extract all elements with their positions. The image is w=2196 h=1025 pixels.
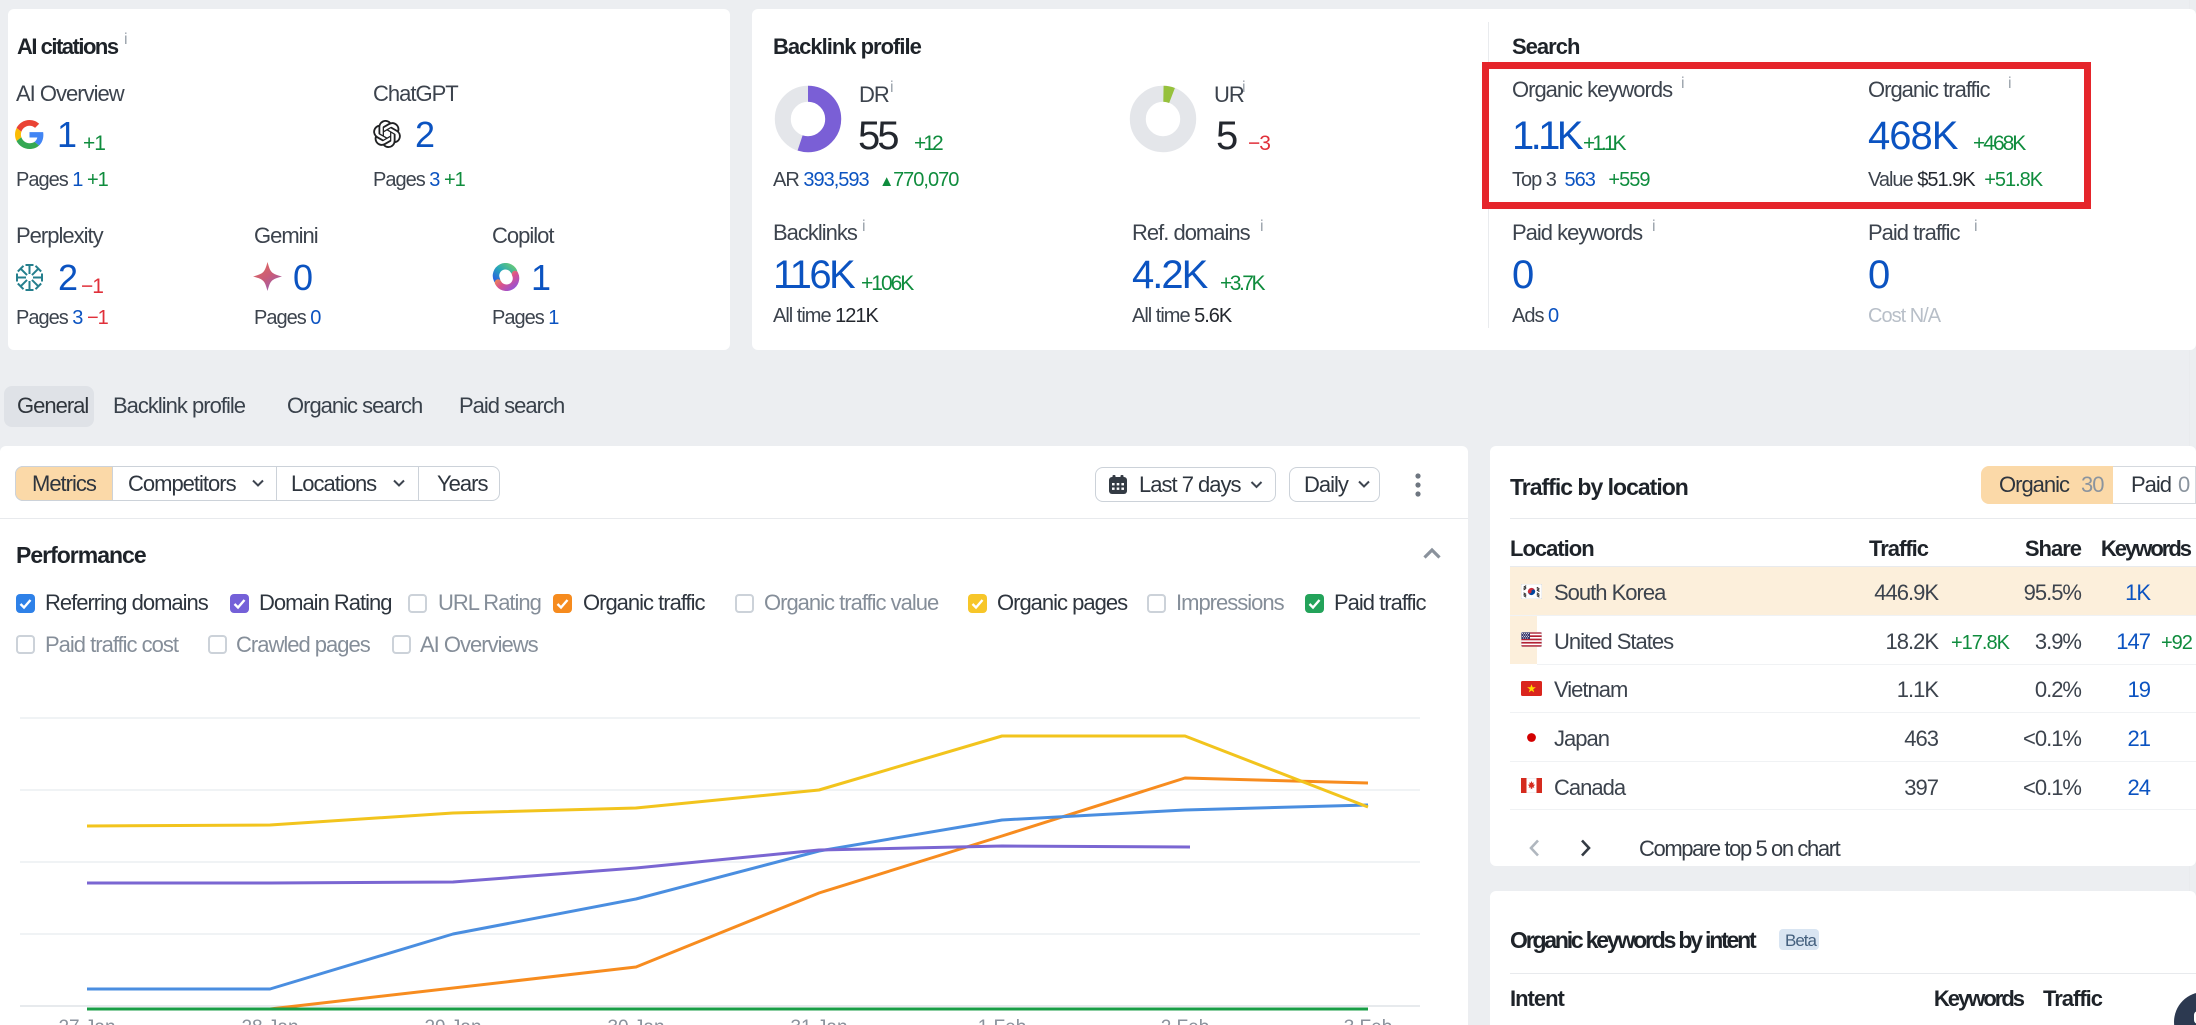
svg-text:29 Jan: 29 Jan	[424, 1017, 481, 1025]
svg-text:2 Feb: 2 Feb	[1161, 1017, 1210, 1025]
svg-text:27 Jan: 27 Jan	[58, 1017, 115, 1025]
svg-text:28 Jan: 28 Jan	[241, 1017, 298, 1025]
svg-text:30 Jan: 30 Jan	[607, 1017, 664, 1025]
svg-text:1 Feb: 1 Feb	[978, 1017, 1027, 1025]
svg-text:3 Feb: 3 Feb	[1344, 1017, 1393, 1025]
svg-text:31 Jan: 31 Jan	[790, 1017, 847, 1025]
